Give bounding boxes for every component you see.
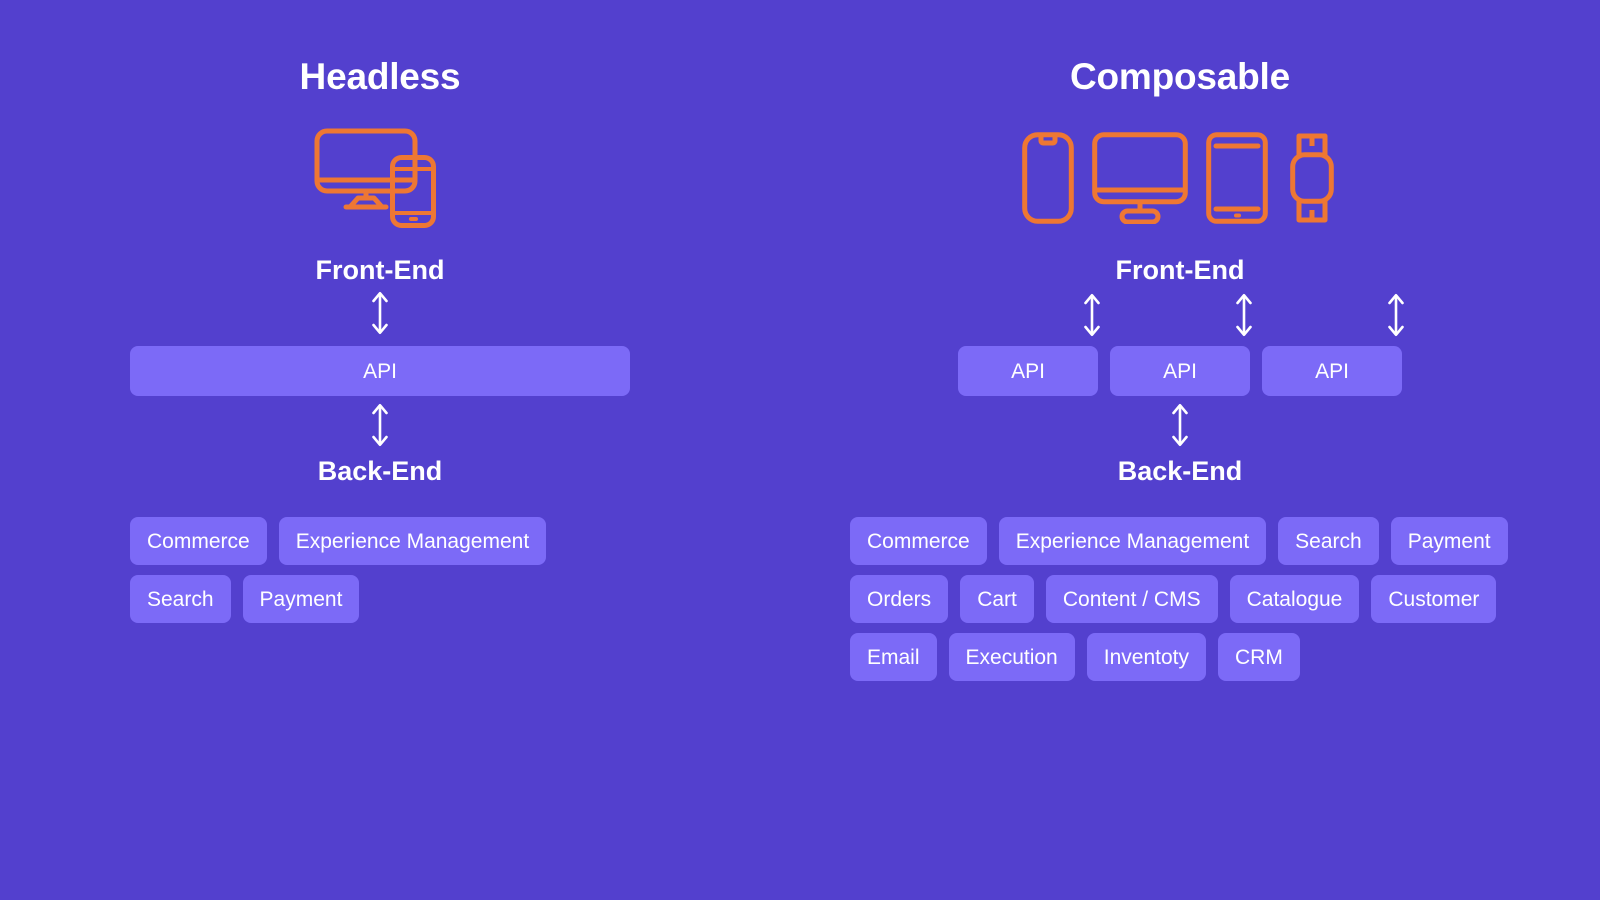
headless-api-row: API [0,346,760,396]
mobile-phone-icon [1022,132,1074,224]
composable-back-end-label: Back-End [1117,456,1243,486]
mobile-phone-icon [390,155,436,228]
headless-front-end-label: Front-End [315,255,445,285]
composable-arrow-apis-backend [760,396,1600,458]
double-arrow-vertical-icon [1170,402,1190,453]
api-box[interactable]: API [130,346,630,396]
composable-device-row [760,123,1600,233]
capability-tag[interactable]: Execution [948,633,1075,681]
headless-title: Headless [299,56,461,97]
headless-column: Headless Front-End API Back-End Commerce… [0,0,760,623]
capability-tag[interactable]: Experience Management [278,517,547,565]
arrow-slot [1326,292,1466,338]
double-arrow-vertical-icon [1084,293,1100,337]
headless-tag-list: Commerce Experience Management Search Pa… [130,517,630,623]
composable-api-row: API API API [760,346,1600,396]
api-box[interactable]: API [958,346,1098,396]
api-box[interactable]: API [1262,346,1402,396]
double-arrow-vertical-icon [1388,293,1404,337]
composable-tag-list: Commerce Experience Management Search Pa… [850,517,1510,681]
composable-front-end-label: Front-End [1115,255,1245,285]
arrow-slot [1022,292,1162,338]
double-arrow-vertical-icon [1236,293,1252,337]
capability-tag[interactable]: Inventoty [1086,633,1206,681]
capability-tag[interactable]: Search [130,575,231,623]
desktop-monitor-icon [1092,132,1188,224]
capability-tag[interactable]: Content / CMS [1045,575,1218,623]
headless-arrow-frontend-api [0,284,760,346]
tablet-icon [1206,132,1268,224]
composable-column: Composable Front-End API API API Back-En… [760,0,1600,681]
capability-tag[interactable]: Search [1278,517,1379,565]
headless-arrow-api-backend [0,396,760,458]
headless-device-row [0,123,760,233]
headless-back-end-label: Back-End [317,456,443,486]
capability-tag[interactable]: Customer [1371,575,1497,623]
capability-tag[interactable]: Commerce [130,517,267,565]
composable-title: Composable [1069,56,1291,97]
capability-tag[interactable]: Cart [960,575,1034,623]
capability-tag[interactable]: Payment [242,575,360,623]
capability-tag[interactable]: Experience Management [998,517,1267,565]
smartwatch-icon [1286,132,1338,224]
capability-tag[interactable]: Payment [1390,517,1508,565]
capability-tag[interactable]: Email [850,633,937,681]
capability-tag[interactable]: Orders [850,575,949,623]
double-arrow-vertical-icon [370,402,390,453]
headless-device-group [314,128,446,228]
composable-arrow-frontend-apis [760,284,1600,346]
capability-tag[interactable]: Catalogue [1229,575,1360,623]
double-arrow-vertical-icon [370,290,390,341]
capability-tag[interactable]: CRM [1217,633,1300,681]
capability-tag[interactable]: Commerce [850,517,987,565]
api-box[interactable]: API [1110,346,1250,396]
arrow-slot [1174,292,1314,338]
diagram-canvas: Headless Front-End API Back-End Commerce… [0,0,1600,900]
